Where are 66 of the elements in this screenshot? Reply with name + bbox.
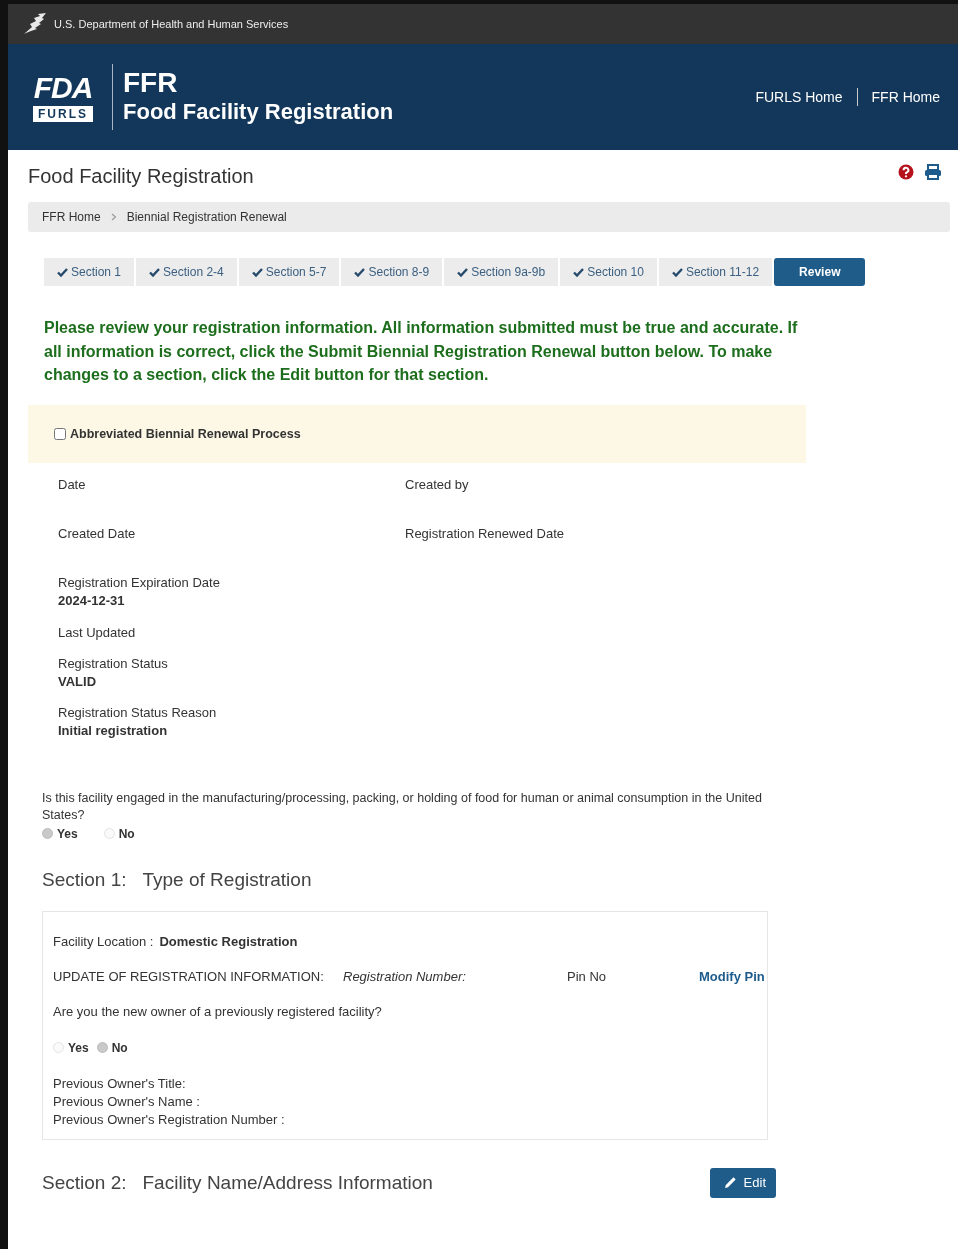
check-icon <box>57 267 68 277</box>
step-tab[interactable]: Section 5-7 <box>238 258 340 286</box>
radio-button[interactable] <box>103 828 115 839</box>
field-value: VALID <box>58 673 98 689</box>
field-label: Registration Expiration Date <box>58 574 221 590</box>
instructions-text: Please review your registration information. All information submitted must be true and accurate. If all information is correct, click the Submit Biennial Registration Renewal button below. To make changes to a section, click the Edit button for that section. <box>44 318 799 385</box>
radio-label: Yes <box>57 826 78 841</box>
page-title: Food Facility Registration <box>28 164 254 188</box>
breadcrumb-item: Biennial Registration Renewal <box>126 210 287 224</box>
chevron-icon <box>110 213 117 221</box>
question-text: Are you the new owner of a previously registered facility? <box>53 1003 383 1019</box>
app-name: Food Facility Registration <box>123 98 394 126</box>
radio-button[interactable] <box>96 1042 108 1053</box>
radio-label: No <box>118 826 135 841</box>
radio-label: Yes <box>68 1040 89 1055</box>
agency-name: U.S. Department of Health and Human Services <box>54 18 289 30</box>
check-icon <box>354 267 366 277</box>
field-label: Created by <box>405 476 470 492</box>
field-label: Registration Number: <box>343 968 467 984</box>
field-value: Domestic Registration <box>159 933 298 949</box>
field-label: Registration Status Reason <box>58 704 218 720</box>
check-icon <box>457 267 469 277</box>
field-label: Previous Owner's Name : <box>53 1092 201 1111</box>
field-label: Previous Owner's Title: <box>53 1074 187 1093</box>
modify-pin-link[interactable]: Modify Pin <box>699 968 765 984</box>
header-link[interactable]: FFR Home <box>871 89 940 105</box>
field-label: Previous Owner's Registration Number : <box>53 1110 286 1129</box>
step-tab[interactable]: Section 9a-9b <box>444 258 559 286</box>
section-number: Section 1: <box>42 868 127 891</box>
step-tab[interactable]: Section 2-4 <box>136 258 237 286</box>
header-link[interactable]: FURLS Home <box>755 89 843 105</box>
field-label: Registration Renewed Date <box>405 525 565 541</box>
app-abbreviation: FFR <box>123 68 179 98</box>
check-icon <box>149 267 161 277</box>
breadcrumb-item[interactable]: FFR Home <box>42 210 101 224</box>
step-tab[interactable]: Review <box>774 258 866 286</box>
field-label: Registration Status <box>58 655 169 671</box>
radio-button[interactable] <box>42 828 53 839</box>
help-icon[interactable] <box>898 164 914 180</box>
radio-button[interactable] <box>53 1042 64 1053</box>
step-tab[interactable]: Section 8-9 <box>341 258 443 286</box>
field-label: UPDATE OF REGISTRATION INFORMATION: <box>53 968 325 984</box>
field-label: Date <box>58 476 87 492</box>
fda-furls-logo[interactable]: FDA FURLS <box>28 72 98 122</box>
field-label: Facility Location : <box>53 933 154 949</box>
field-label: Created Date <box>58 525 137 541</box>
radio-label: No <box>111 1040 128 1055</box>
check-icon <box>671 267 683 277</box>
field-label: Last Updated <box>58 624 137 640</box>
print-icon[interactable] <box>924 164 942 180</box>
field-value: 2024-12-31 <box>58 592 126 608</box>
checkbox-label: Abbreviated Biennial Renewal Process <box>70 426 301 441</box>
section-title: Type of Registration <box>142 868 312 891</box>
step-tab[interactable]: Section 11-12 <box>658 258 773 286</box>
pencil-icon <box>723 1176 737 1189</box>
edit-button[interactable]: Edit <box>709 1167 776 1198</box>
check-icon <box>251 267 263 277</box>
step-tab[interactable]: Section 10 <box>560 258 657 286</box>
section-number: Section 2: <box>42 1171 127 1194</box>
field-label: Pin No <box>567 968 608 984</box>
section-title: Facility Name/Address Information <box>142 1171 433 1194</box>
field-value: Initial registration <box>58 722 169 738</box>
step-tab[interactable]: Section 1 <box>44 258 135 286</box>
question-text: Is this facility engaged in the manufacturing/processing, packing, or holding of food for human or animal consumption in the United States? <box>42 789 763 824</box>
checkbox[interactable] <box>54 427 66 440</box>
check-icon <box>573 267 585 277</box>
